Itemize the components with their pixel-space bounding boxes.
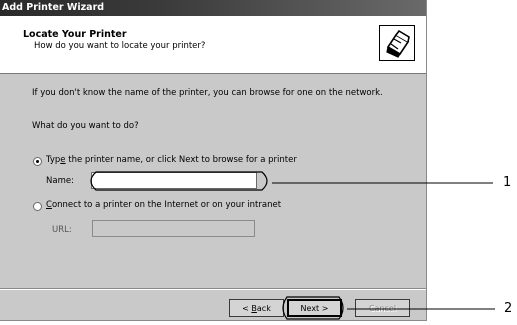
option-label-part: the printer name, or click Next to brows… <box>65 155 297 165</box>
header-subtitle: How do you want to locate your printer? <box>34 41 206 51</box>
callout-number-2: 2 <box>504 301 513 316</box>
title-bar: Add Printer Wizard <box>0 0 426 16</box>
url-input[interactable] <box>92 220 255 237</box>
option-connect-internet-label[interactable]: Connect to a printer on the Internet or … <box>46 200 281 210</box>
cancel-button[interactable]: Cancel <box>355 299 410 317</box>
printer-icon <box>379 25 415 61</box>
option-label-part: onnect to a printer on the Internet or o… <box>51 200 282 210</box>
header-title: Locate Your Printer <box>23 29 127 40</box>
wizard-header: Locate Your Printer How do you want to l… <box>0 16 426 74</box>
back-button-label: ack <box>256 304 271 313</box>
url-label: URL: <box>52 225 72 235</box>
window-title: Add Printer Wizard <box>2 2 105 13</box>
intro-text: If you don't know the name of the printe… <box>32 88 383 98</box>
callout-number-1: 1 <box>503 175 512 190</box>
next-button[interactable]: Next > <box>287 299 342 317</box>
stage: Add Printer Wizard Locate Your Printer H… <box>0 0 517 325</box>
question-text: What do you want to do? <box>32 121 139 131</box>
add-printer-wizard-dialog: Add Printer Wizard Locate Your Printer H… <box>0 0 427 321</box>
back-button[interactable]: < Back <box>229 299 284 317</box>
name-input[interactable] <box>91 172 257 189</box>
radio-type-printer-name[interactable] <box>33 157 42 166</box>
radio-connect-internet[interactable] <box>33 202 42 211</box>
option-type-printer-name-label[interactable]: Type the printer name, or click Next to … <box>46 155 297 165</box>
option-label-part: Typ <box>46 155 61 165</box>
name-label: Name: <box>46 176 74 186</box>
footer-separator <box>0 288 426 290</box>
